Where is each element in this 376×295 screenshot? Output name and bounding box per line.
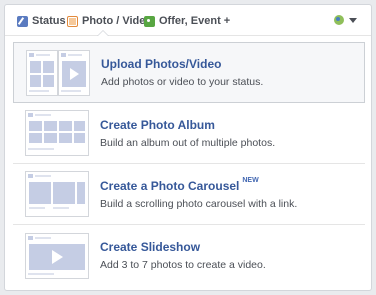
option-title: Create a Photo Carousel	[100, 178, 240, 193]
tab-status-label: Status	[32, 15, 66, 27]
tab-offer-event-label: Offer, Event +	[159, 15, 231, 27]
upload-thumbnail	[26, 49, 90, 96]
album-thumbnail	[25, 110, 89, 156]
option-create-slideshow[interactable]: Create Slideshow Add 3 to 7 photos to cr…	[13, 225, 365, 286]
active-tab-pointer	[97, 30, 109, 36]
option-description: Build an album out of multiple photos.	[100, 136, 276, 149]
option-create-photo-carousel[interactable]: Create a Photo Carousel NEW Build a scro…	[13, 164, 365, 225]
option-description: Build a scrolling photo carousel with a …	[100, 197, 298, 210]
option-title: Upload Photos/Video	[101, 57, 222, 71]
option-upload-photos-video[interactable]: Upload Photos/Video Add photos or video …	[13, 42, 365, 103]
composer-panel: Status Photo / Video Offer, Event + Uplo…	[4, 4, 372, 291]
tab-status[interactable]: Status	[17, 12, 66, 30]
option-description: Add 3 to 7 photos to create a video.	[100, 259, 266, 271]
pencil-icon	[17, 15, 28, 27]
photo-options-list: Upload Photos/Video Add photos or video …	[13, 42, 365, 286]
option-title: Create Photo Album	[100, 117, 215, 132]
globe-icon	[334, 15, 344, 25]
offer-icon	[144, 15, 155, 27]
audience-selector[interactable]	[334, 15, 357, 25]
carousel-thumbnail	[25, 171, 89, 217]
photo-icon	[67, 15, 78, 27]
tab-photo-video[interactable]: Photo / Video	[67, 12, 152, 30]
tab-photo-video-label: Photo / Video	[82, 15, 153, 27]
chevron-down-icon	[349, 17, 357, 23]
tab-offer-event[interactable]: Offer, Event +	[144, 12, 230, 30]
option-create-photo-album[interactable]: Create Photo Album Build an album out of…	[13, 103, 365, 164]
option-description: Add photos or video to your status.	[101, 76, 264, 88]
slideshow-thumbnail	[25, 232, 89, 279]
new-badge: NEW	[242, 176, 259, 184]
composer-tabs: Status Photo / Video Offer, Event +	[5, 5, 371, 36]
option-title: Create Slideshow	[100, 240, 201, 254]
